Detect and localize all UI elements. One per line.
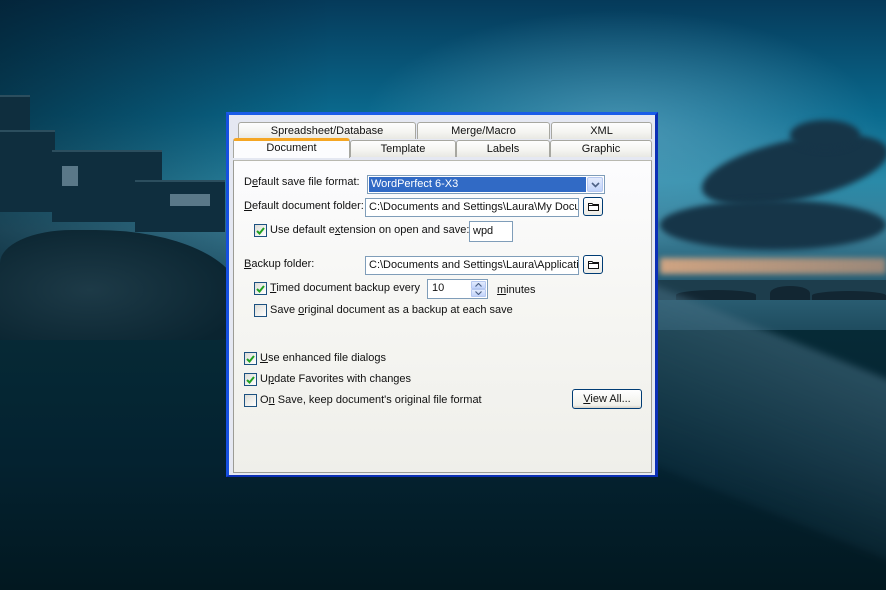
keep-original-format-label: On Save, keep document's original file f… [260, 394, 482, 406]
accelerator-key: U [260, 352, 268, 364]
label-text: Save [270, 304, 299, 316]
save-original-backup-checkbox[interactable] [254, 304, 267, 317]
checkmark-icon [246, 354, 255, 363]
minutes-label: minutes [497, 284, 536, 296]
folder-icon [587, 203, 599, 211]
label-text: imed document backup every [276, 282, 420, 294]
checkmark-icon [246, 375, 255, 384]
keep-original-format-checkbox[interactable] [244, 394, 257, 407]
folder-icon [587, 261, 599, 269]
tab-graphic[interactable]: Graphic [550, 140, 652, 157]
label-text: Use default e [270, 224, 335, 236]
tab-spreadsheet-database[interactable]: Spreadsheet/Database [238, 122, 416, 139]
backup-folder-label: Backup folder: [244, 258, 314, 270]
building [135, 180, 225, 232]
label-text: O [260, 394, 269, 406]
label-text: Save, keep document's original file form… [274, 394, 482, 406]
sunset-glow [660, 258, 886, 274]
tab-document[interactable]: Document [233, 138, 350, 158]
default-document-folder-label: Default document folder: [244, 200, 364, 212]
selected-format: WordPerfect 6-X3 [369, 177, 586, 192]
building [0, 130, 55, 212]
arrow-down-icon[interactable] [471, 289, 486, 297]
cloud [660, 200, 886, 250]
label-text: D [244, 176, 252, 188]
tab-merge-macro[interactable]: Merge/Macro [417, 122, 550, 139]
browse-backup-folder-button[interactable] [583, 255, 603, 274]
save-settings-dialog: Spreadsheet/Database Merge/Macro XML Doc… [226, 112, 658, 477]
island [770, 286, 810, 300]
timed-backup-checkbox[interactable] [254, 282, 267, 295]
checkmark-icon [256, 226, 265, 235]
label-text: efault document folder: [251, 200, 364, 212]
enhanced-file-dialogs-checkbox[interactable] [244, 352, 257, 365]
label-text: fault save file format: [258, 176, 360, 188]
use-default-extension-label: Use default extension on open and save: [270, 224, 469, 236]
accelerator-key: D [244, 200, 252, 212]
label-text: ackup folder: [251, 258, 315, 270]
backup-folder-input[interactable]: C:\Documents and Settings\Laura\Applicat… [365, 256, 579, 275]
save-original-backup-label: Save original document as a backup at ea… [270, 304, 513, 316]
tab-template[interactable]: Template [350, 140, 456, 157]
label-text: riginal document as a backup at each sav… [304, 304, 513, 316]
default-extension-input[interactable]: wpd [469, 221, 513, 242]
label-text: date Favorites with changes [274, 373, 412, 385]
default-document-folder-input[interactable]: C:\Documents and Settings\Laura\My Docum [365, 198, 579, 217]
tab-strip: Spreadsheet/Database Merge/Macro XML Doc… [233, 122, 653, 162]
button-label: iew All... [590, 393, 631, 405]
island [812, 291, 886, 300]
tab-xml[interactable]: XML [551, 122, 652, 139]
default-save-format-dropdown[interactable]: WordPerfect 6-X3 [367, 175, 605, 194]
tab-labels[interactable]: Labels [456, 140, 550, 157]
use-default-extension-checkbox[interactable] [254, 224, 267, 237]
browse-document-folder-button[interactable] [583, 197, 603, 216]
timed-backup-label: Timed document backup every [270, 282, 420, 294]
enhanced-file-dialogs-label: Use enhanced file dialogs [260, 352, 386, 364]
label-text: tension on open and save: [340, 224, 470, 236]
cloud [790, 120, 860, 150]
update-favorites-label: Update Favorites with changes [260, 373, 411, 385]
document-tab-panel: Default save file format: WordPerfect 6-… [233, 160, 652, 473]
label-text: U [260, 373, 268, 385]
label-text: se enhanced file dialogs [267, 352, 386, 364]
arrow-up-icon[interactable] [471, 281, 486, 289]
update-favorites-checkbox[interactable] [244, 373, 257, 386]
backup-interval-value[interactable]: 10 [432, 282, 444, 294]
view-all-button[interactable]: View All... [572, 389, 642, 409]
spinner-buttons [471, 281, 486, 297]
default-save-format-label: Default save file format: [244, 176, 360, 188]
accelerator-key: m [497, 284, 507, 296]
chevron-down-icon[interactable] [587, 177, 603, 192]
label-text: inutes [506, 284, 536, 296]
checkmark-icon [256, 284, 265, 293]
backup-interval-spinner[interactable]: 10 [427, 279, 488, 299]
